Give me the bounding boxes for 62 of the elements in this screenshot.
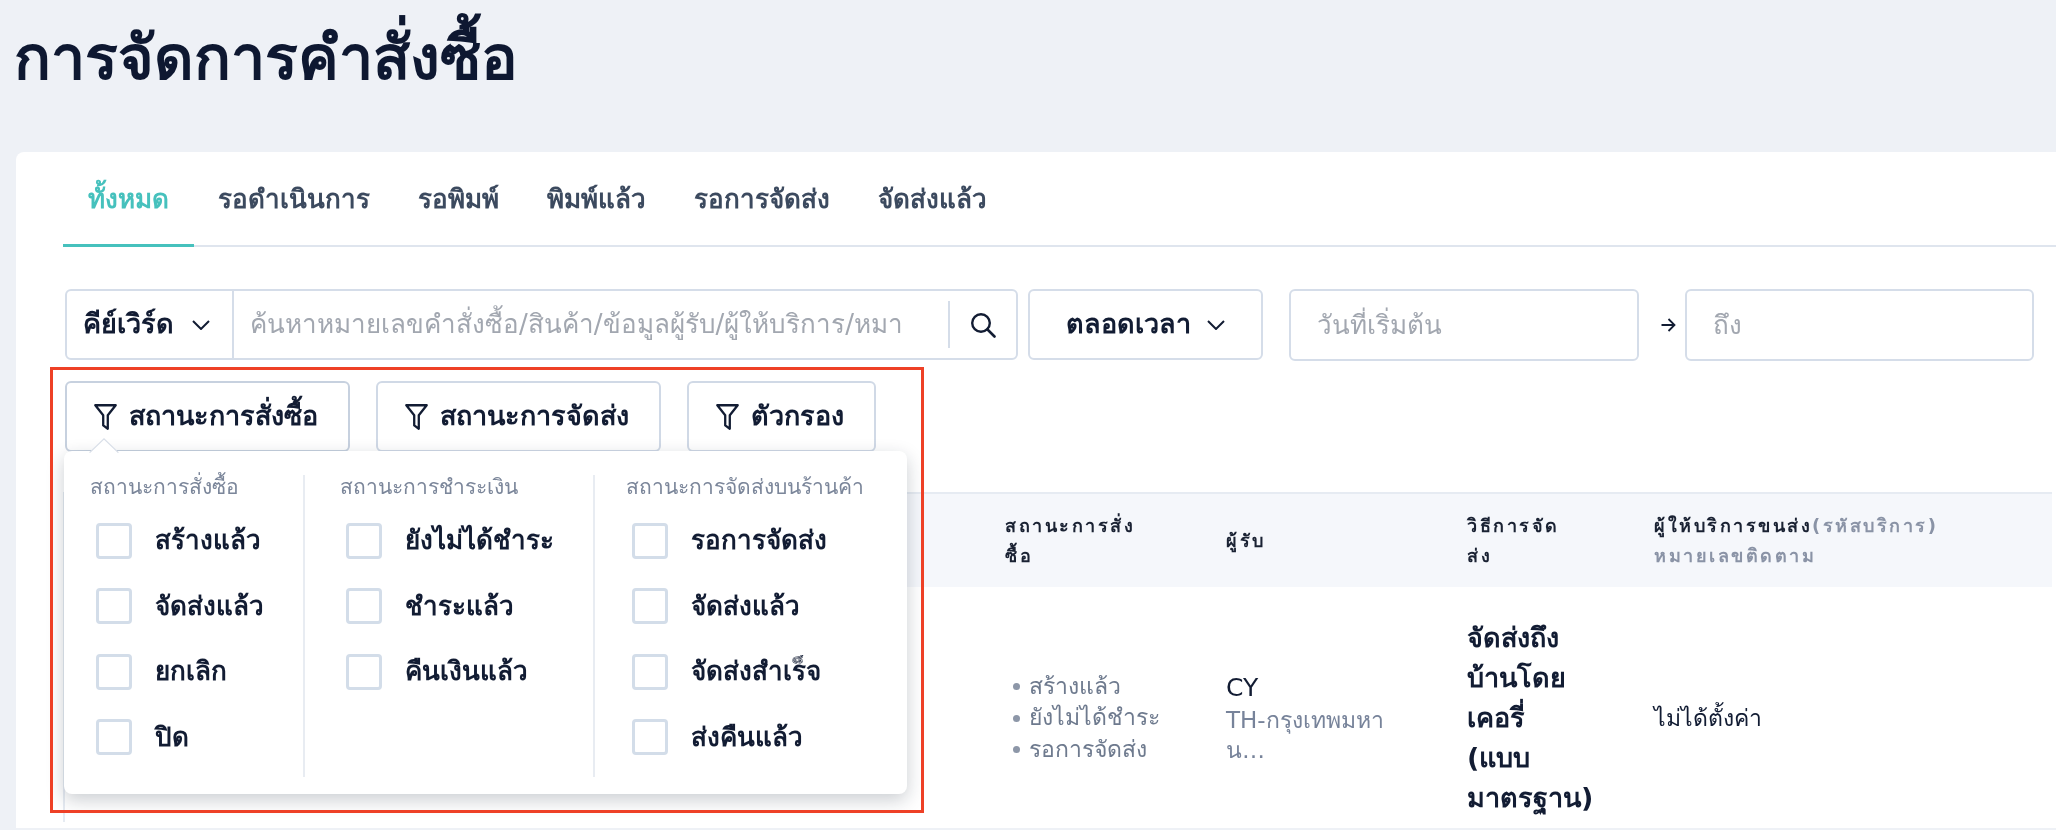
order-status-text: สร้างแล้ว bbox=[1029, 671, 1121, 701]
checkbox-label[interactable]: ชำระแล้ว bbox=[405, 586, 514, 626]
checkbox[interactable] bbox=[96, 522, 132, 559]
checkbox[interactable] bbox=[632, 588, 668, 625]
time-range-dropdown[interactable]: ตลอดเวลา bbox=[1028, 289, 1263, 360]
column-header: ผู้ให้บริการขนส่ง bbox=[1654, 514, 1812, 536]
order-status-text: ยังไม่ได้ชำระ bbox=[1029, 703, 1160, 733]
checkbox[interactable] bbox=[346, 522, 382, 559]
keyword-select[interactable]: คีย์เวิร์ด bbox=[67, 291, 234, 358]
checkbox[interactable] bbox=[632, 653, 668, 690]
checkbox-label[interactable]: ยกเลิก bbox=[155, 652, 227, 692]
checkbox-label[interactable]: ปิด bbox=[155, 717, 189, 757]
tab[interactable]: จัดส่งแล้ว bbox=[854, 152, 1011, 247]
filter-button[interactable]: สถานะการจัดส่ง bbox=[376, 381, 661, 452]
checkbox-label[interactable]: ยังไม่ได้ชำระ bbox=[405, 521, 554, 561]
filter-group-title: สถานะการชำระเงิน bbox=[340, 475, 519, 500]
bullet-icon bbox=[1013, 683, 1020, 690]
tab[interactable]: พิมพ์แล้ว bbox=[523, 152, 670, 247]
checkbox[interactable] bbox=[96, 719, 132, 756]
filter-group-title: สถานะการจัดส่งบนร้านค้า bbox=[626, 475, 865, 500]
checkbox[interactable] bbox=[632, 522, 668, 559]
start-date-field[interactable]: วันที่เริ่มต้น bbox=[1289, 288, 1639, 361]
checkbox[interactable] bbox=[346, 588, 382, 625]
tab[interactable]: รอการจัดส่ง bbox=[670, 152, 854, 247]
checkbox[interactable] bbox=[632, 719, 668, 756]
checkbox-label[interactable]: จัดส่งสำเร็จ bbox=[691, 652, 821, 692]
chevron-down-icon bbox=[192, 319, 210, 330]
checkbox-label[interactable]: รอการจัดส่ง bbox=[691, 521, 827, 561]
checkbox-label[interactable]: คืนเงินแล้ว bbox=[405, 652, 528, 692]
filter-icon bbox=[716, 403, 739, 430]
filter-button[interactable]: ตัวกรอง bbox=[687, 381, 876, 452]
arrow-right-icon bbox=[1661, 317, 1676, 332]
checkbox-label[interactable]: จัดส่งแล้ว bbox=[155, 586, 264, 626]
search-icon bbox=[970, 311, 996, 338]
carrier-value: ไม่ได้ตั้งค่า bbox=[1654, 704, 1762, 731]
column-header: วิธีการจัดส่ง bbox=[1467, 513, 1561, 568]
filter-icon bbox=[94, 403, 117, 430]
checkbox[interactable] bbox=[96, 653, 132, 690]
column-header-sublabel: หมายเลขติดตาม bbox=[1654, 543, 1817, 568]
column-header: สถานะการสั่งซื้อ bbox=[1005, 512, 1136, 568]
recipient-name: CY bbox=[1226, 672, 1260, 704]
tab[interactable]: รอดำเนินการ bbox=[194, 152, 394, 247]
bullet-icon bbox=[1013, 714, 1020, 722]
page-title: การจัดการคำสั่งซื้อ bbox=[14, 10, 518, 106]
column-header-note: (รหัสบริการ) bbox=[1812, 514, 1939, 536]
checkbox-label[interactable]: ส่งคืนแล้ว bbox=[691, 717, 803, 757]
bullet-icon bbox=[1013, 746, 1020, 753]
search-bar[interactable]: คีย์เวิร์ด ค้นหาหมายเลขคำสั่งซื้อ/สินค้า/ข้อมูลผู้รับ/ผู้ให้บริการ/หมา bbox=[65, 289, 1018, 360]
search-field[interactable]: ค้นหาหมายเลขคำสั่งซื้อ/สินค้า/ข้อมูลผู้รับ/ผู้ให้บริการ/หมา bbox=[234, 291, 948, 358]
checkbox[interactable] bbox=[96, 588, 132, 625]
shipping-method: จัดส่งถึงบ้านโดยเคอรี่ (แบบมาตรฐาน) bbox=[1467, 621, 1592, 817]
end-date-field[interactable]: ถึง bbox=[1685, 288, 2034, 361]
chevron-down-icon bbox=[1207, 319, 1225, 330]
column-header: ผู้รับ bbox=[1226, 529, 1266, 551]
order-status-text: รอการจัดส่ง bbox=[1029, 734, 1147, 764]
checkbox[interactable] bbox=[346, 653, 382, 690]
tab[interactable]: รอพิมพ์ bbox=[394, 152, 523, 247]
checkbox-label[interactable]: จัดส่งแล้ว bbox=[691, 586, 800, 626]
filter-button[interactable]: สถานะการสั่งซื้อ bbox=[65, 381, 350, 452]
recipient-address: TH-กรุงเทพมหาน… bbox=[1226, 706, 1385, 765]
checkbox-label[interactable]: สร้างแล้ว bbox=[155, 521, 261, 561]
filter-icon bbox=[405, 403, 428, 430]
